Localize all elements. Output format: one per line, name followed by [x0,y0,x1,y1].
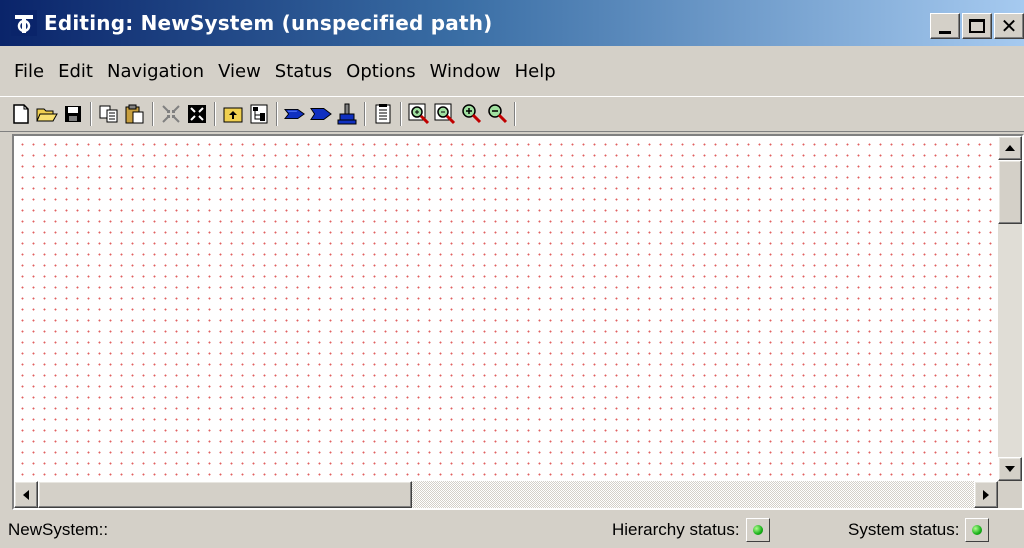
zoom-out-button[interactable] [486,103,508,125]
toolbar-separator [90,102,92,126]
system-status-label: System status: [848,520,960,539]
menu-edit[interactable]: Edit [58,61,93,82]
open-button[interactable] [36,103,58,125]
scroll-left-button[interactable] [14,481,38,508]
up-level-button[interactable] [222,103,244,125]
triangle-right-icon [983,489,989,500]
hierarchy-icon [250,104,268,124]
close-button[interactable]: ✕ [994,13,1024,39]
scroll-up-button[interactable] [998,136,1022,160]
expand-icon [188,105,206,123]
hierarchy-button[interactable] [248,103,270,125]
maximize-button[interactable] [962,13,992,39]
title-bar: Editing: NewSystem (unspecified path) ✕ [0,0,1024,46]
hierarchy-status-label: Hierarchy status: [612,520,740,539]
zoom-fit-icon [434,103,456,125]
open-folder-icon [36,108,58,122]
horizontal-scrollbar[interactable] [14,481,998,508]
app-icon[interactable] [10,9,38,37]
properties-button[interactable] [372,103,394,125]
menu-status[interactable]: Status [275,61,332,82]
up-level-icon [223,107,243,123]
vertical-scroll-thumb[interactable] [998,160,1022,224]
copy-icon [99,105,118,123]
drawing-canvas[interactable] [14,136,998,481]
triangle-left-icon [23,489,29,500]
document-icon [375,104,391,124]
arrow-right-icon [284,108,305,120]
new-file-button[interactable] [10,103,32,125]
step-button[interactable] [284,103,306,125]
toolbar-separator [364,102,366,126]
menu-help[interactable]: Help [515,61,556,82]
collapse-icon [162,105,180,123]
status-ok-icon [752,525,763,535]
paste-button[interactable] [124,103,146,125]
scroll-down-button[interactable] [998,457,1022,481]
status-ok-icon [972,525,983,535]
save-icon [65,106,81,122]
toolbar-separator [400,102,402,126]
minimize-icon [939,30,951,34]
toolbar-separator [214,102,216,126]
stamp-button[interactable] [336,103,358,125]
zoom-in-icon [462,104,482,124]
copy-button[interactable] [98,103,120,125]
toolbar-separator [514,102,516,126]
zoom-fit-button[interactable] [434,103,456,125]
save-button[interactable] [62,103,84,125]
zoom-out-icon [488,104,508,124]
current-path: NewSystem:: [8,520,109,539]
horizontal-scroll-thumb[interactable] [38,481,412,508]
status-bar: NewSystem:: Hierarchy status: System sta… [0,512,1024,548]
expand-button[interactable] [186,103,208,125]
canvas-frame [12,134,1024,510]
toolbar-separator [276,102,278,126]
stamp-icon [337,103,357,125]
window-title: Editing: NewSystem (unspecified path) [44,11,493,35]
menu-view[interactable]: View [218,61,261,82]
menu-file[interactable]: File [14,61,44,82]
toolbar [0,96,1024,132]
scroll-right-button[interactable] [974,481,998,508]
system-status-button[interactable] [965,518,990,542]
new-file-icon [13,104,29,124]
menu-navigation[interactable]: Navigation [107,61,204,82]
toolbar-separator [152,102,154,126]
zoom-region-button[interactable] [408,103,430,125]
collapse-button[interactable] [160,103,182,125]
paste-icon [125,104,144,124]
zoom-in-button[interactable] [460,103,482,125]
menu-bar: File Edit Navigation View Status Options… [0,46,1024,96]
close-icon: ✕ [1000,14,1018,38]
system-status: System status: [848,518,990,542]
triangle-down-icon [1005,466,1015,472]
menu-options[interactable]: Options [346,61,415,82]
arrow-right-bold-icon [310,108,332,120]
window-controls: ✕ [930,13,1024,39]
run-button[interactable] [310,103,332,125]
zoom-region-icon [408,103,430,125]
hierarchy-status-button[interactable] [745,518,770,542]
triangle-up-icon [1005,145,1015,151]
menu-window[interactable]: Window [430,61,501,82]
hierarchy-status: Hierarchy status: [612,518,770,542]
maximize-icon [969,19,985,33]
minimize-button[interactable] [930,13,960,39]
scrollbar-corner [998,481,1022,508]
vertical-scrollbar[interactable] [998,136,1022,481]
